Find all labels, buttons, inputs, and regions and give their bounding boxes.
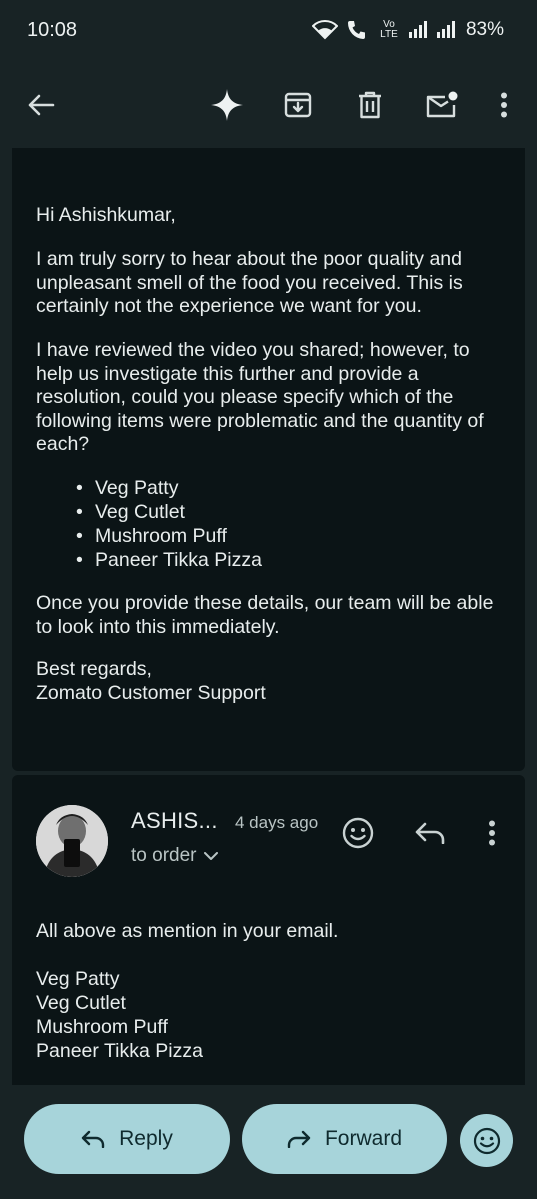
delete-icon bbox=[359, 91, 381, 119]
volte-label: Vo LTE bbox=[380, 19, 398, 40]
mark-unread-icon bbox=[426, 91, 458, 118]
volte-badge: Vo LTE bbox=[378, 20, 400, 40]
more-vert-icon bbox=[501, 92, 507, 118]
status-bar: 10:08 Vo LTE 83% bbox=[0, 0, 537, 62]
emoji-icon bbox=[473, 1127, 500, 1154]
greeting: Hi Ashishkumar, bbox=[36, 204, 176, 226]
message-more-button[interactable] bbox=[474, 815, 510, 851]
list-item: Veg Patty bbox=[76, 476, 476, 500]
reply-item: Paneer Tikka Pizza bbox=[36, 1040, 203, 1062]
signature: Zomato Customer Support bbox=[36, 682, 266, 704]
reply-button[interactable]: Reply bbox=[24, 1104, 230, 1174]
signoff: Best regards, bbox=[36, 658, 152, 680]
paragraph-apology: I am truly sorry to hear about the poor … bbox=[36, 248, 463, 317]
reply-item: Mushroom Puff bbox=[36, 1016, 168, 1038]
status-icons: Vo LTE 83% bbox=[311, 19, 504, 41]
back-arrow-icon bbox=[28, 94, 55, 116]
reply-label: Reply bbox=[119, 1127, 173, 1150]
archive-icon bbox=[284, 92, 312, 118]
wifi-icon bbox=[311, 20, 338, 40]
message-card-user[interactable]: ASHIS... 4 days ago to order All above a… bbox=[12, 775, 525, 1085]
reply-icon-button[interactable] bbox=[412, 815, 448, 851]
sparkle-icon bbox=[211, 89, 243, 121]
react-emoji-button[interactable] bbox=[340, 815, 376, 851]
sender-name: ASHIS... bbox=[131, 808, 218, 833]
summarize-button[interactable] bbox=[203, 81, 251, 129]
more-vert-icon bbox=[489, 820, 495, 846]
list-item: Paneer Tikka Pizza bbox=[76, 548, 476, 572]
list-item: Veg Cutlet bbox=[76, 500, 476, 524]
bottom-action-bar: Reply Forward bbox=[0, 1085, 537, 1199]
reply-icon bbox=[81, 1130, 105, 1148]
message-date: 4 days ago bbox=[235, 813, 319, 832]
back-button[interactable] bbox=[17, 81, 65, 129]
forward-label: Forward bbox=[324, 1127, 403, 1150]
reply-line: All above as mention in your email. bbox=[36, 920, 339, 942]
reply-icon bbox=[415, 822, 445, 844]
mark-unread-button[interactable] bbox=[418, 81, 466, 129]
chevron-down-icon bbox=[204, 851, 219, 860]
battery-level: 83% bbox=[465, 19, 504, 40]
recipient-label: to order bbox=[131, 845, 197, 866]
avatar[interactable] bbox=[36, 805, 108, 877]
delete-button[interactable] bbox=[346, 81, 394, 129]
reply-item: Veg Cutlet bbox=[36, 992, 126, 1014]
list-item: Mushroom Puff bbox=[76, 524, 476, 548]
status-time: 10:08 bbox=[27, 19, 78, 41]
email-toolbar bbox=[0, 62, 537, 148]
item-list: Veg Patty Veg Cutlet Mushroom Puff Panee… bbox=[76, 476, 476, 572]
forward-icon bbox=[287, 1130, 311, 1148]
recipient-toggle[interactable]: to order bbox=[131, 845, 219, 867]
paragraph-followup: Once you provide these details, our team… bbox=[36, 592, 494, 638]
avatar-photo-icon bbox=[36, 805, 108, 877]
wifi-calling-icon bbox=[347, 21, 365, 39]
signal-icon-2 bbox=[436, 21, 455, 38]
signal-icon-1 bbox=[408, 21, 427, 38]
more-options-button[interactable] bbox=[480, 81, 528, 129]
reply-item: Veg Patty bbox=[36, 968, 120, 990]
paragraph-request: I have reviewed the video you shared; ho… bbox=[36, 339, 484, 455]
emoji-icon bbox=[342, 817, 374, 849]
emoji-react-button[interactable] bbox=[460, 1114, 513, 1167]
message-card-support: Hi Ashishkumar, I am truly sorry to hear… bbox=[12, 148, 525, 771]
email-thread[interactable]: Hi Ashishkumar, I am truly sorry to hear… bbox=[0, 148, 537, 1199]
archive-button[interactable] bbox=[274, 81, 322, 129]
forward-button[interactable]: Forward bbox=[242, 1104, 447, 1174]
